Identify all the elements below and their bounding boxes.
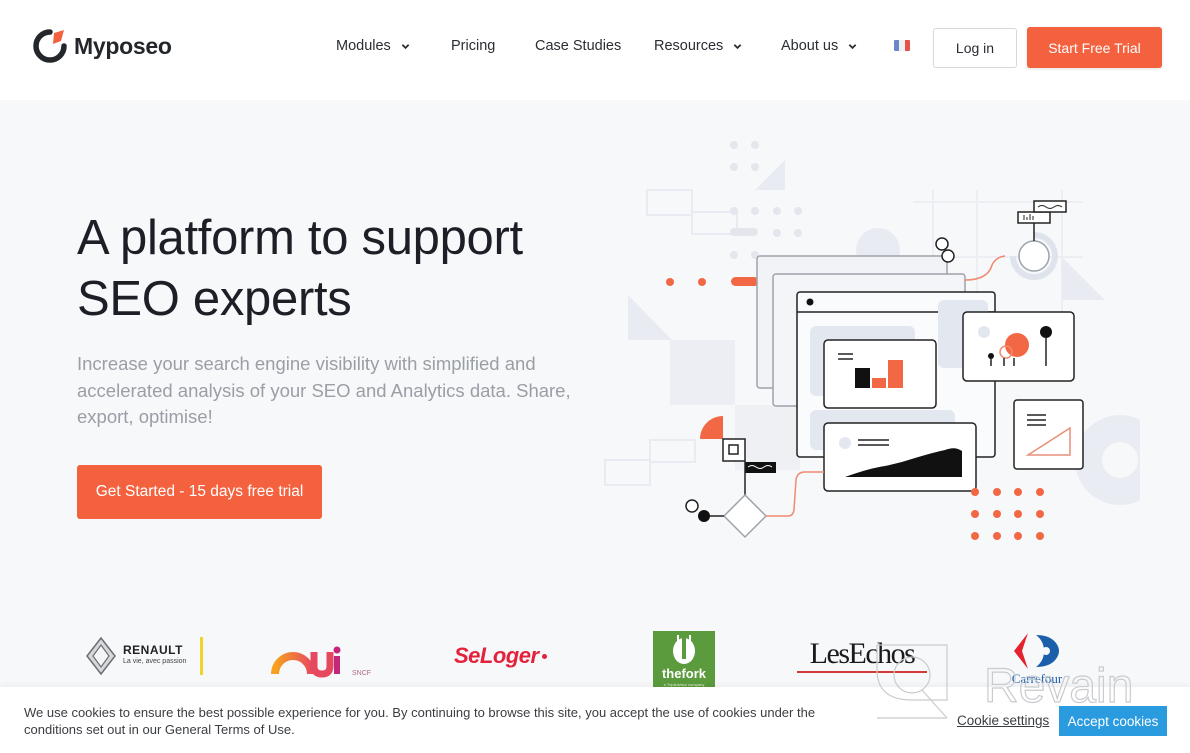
hero-title: A platform to support SEO experts: [77, 208, 597, 330]
nav-resources-label: Resources: [654, 38, 724, 54]
les-echos-underline: [797, 671, 927, 673]
cookie-text: We use cookies to ensure the best possib…: [24, 705, 816, 737]
logo-renault: RENAULT La vie, avec passion: [85, 625, 204, 687]
renault-name: RENAULT: [123, 643, 183, 657]
nav-case-studies-label: Case Studies: [535, 38, 622, 54]
gauge-circle: [1018, 240, 1050, 272]
site-header: Myposeo Modules Pricing Case Studies Res…: [0, 0, 1190, 100]
orange-dot-grid: [971, 488, 1044, 540]
oui-sncf-logo-icon: [271, 646, 341, 678]
nav-about-us-label: About us: [781, 38, 839, 54]
nav-case-studies[interactable]: Case Studies: [535, 38, 621, 54]
oui-sncf-suffix: SNCF: [352, 670, 372, 677]
cookie-banner: We use cookies to ensure the best possib…: [0, 687, 1190, 753]
carrefour-name: Carrefour: [1011, 671, 1063, 686]
logo-seloger: SeLoger: [454, 625, 547, 687]
nav-modules[interactable]: Modules: [336, 38, 410, 54]
start-free-trial-button[interactable]: Start Free Trial: [1027, 27, 1162, 68]
logo-oui-sncf: SNCF: [270, 625, 371, 687]
renault-tagline: La vie, avec passion: [123, 658, 187, 665]
thefork-name: thefork: [661, 666, 707, 681]
get-started-button[interactable]: Get Started - 15 days free trial: [77, 465, 322, 519]
nav-pricing[interactable]: Pricing: [451, 38, 495, 54]
hero-title-line-1: A platform to support: [77, 211, 523, 265]
seloger-name: SeLoger: [454, 643, 539, 668]
nav-resources[interactable]: Resources: [654, 38, 742, 54]
renault-yellow-bar: [200, 637, 204, 675]
nav-about-us[interactable]: About us: [781, 38, 857, 54]
fork-icon: [673, 635, 695, 664]
logo-thefork: thefork a TripAdvisor company: [653, 625, 715, 687]
orange-dots-left: [666, 277, 759, 286]
nav-modules-label: Modules: [336, 38, 391, 54]
brand-name: Myposeo: [74, 32, 172, 59]
seloger-dot-icon: [541, 653, 547, 659]
myposeo-logo-icon: [33, 29, 67, 63]
les-echos-name: LesEchos: [809, 637, 916, 670]
chevron-down-icon: [401, 43, 410, 49]
nav-pricing-label: Pricing: [451, 38, 496, 54]
logo-carrefour: Carrefour: [1006, 625, 1068, 687]
bar-chart-card: [823, 339, 937, 409]
triangle-card: [1013, 399, 1084, 470]
renault-diamond-icon: [86, 636, 116, 676]
brand-logo[interactable]: Myposeo: [32, 28, 172, 64]
hero-subtitle: Increase your search engine visibility w…: [77, 353, 571, 427]
chevron-down-icon: [734, 43, 742, 49]
hero-illustration: [604, 141, 1140, 540]
logo-les-echos: LesEchos: [797, 625, 927, 687]
cookie-settings-link[interactable]: Cookie settings: [957, 713, 1049, 728]
carrefour-logo-icon: [1014, 633, 1059, 669]
client-logos: RENAULT La vie, avec passion SNCF SeLoge…: [0, 625, 1190, 687]
accept-cookies-button[interactable]: Accept cookies: [1059, 706, 1167, 736]
hero-title-line-2: SEO experts: [77, 272, 352, 326]
language-flag-icon[interactable]: [894, 40, 910, 51]
login-button[interactable]: Log in: [933, 28, 1017, 68]
chevron-down-icon: [848, 43, 857, 49]
